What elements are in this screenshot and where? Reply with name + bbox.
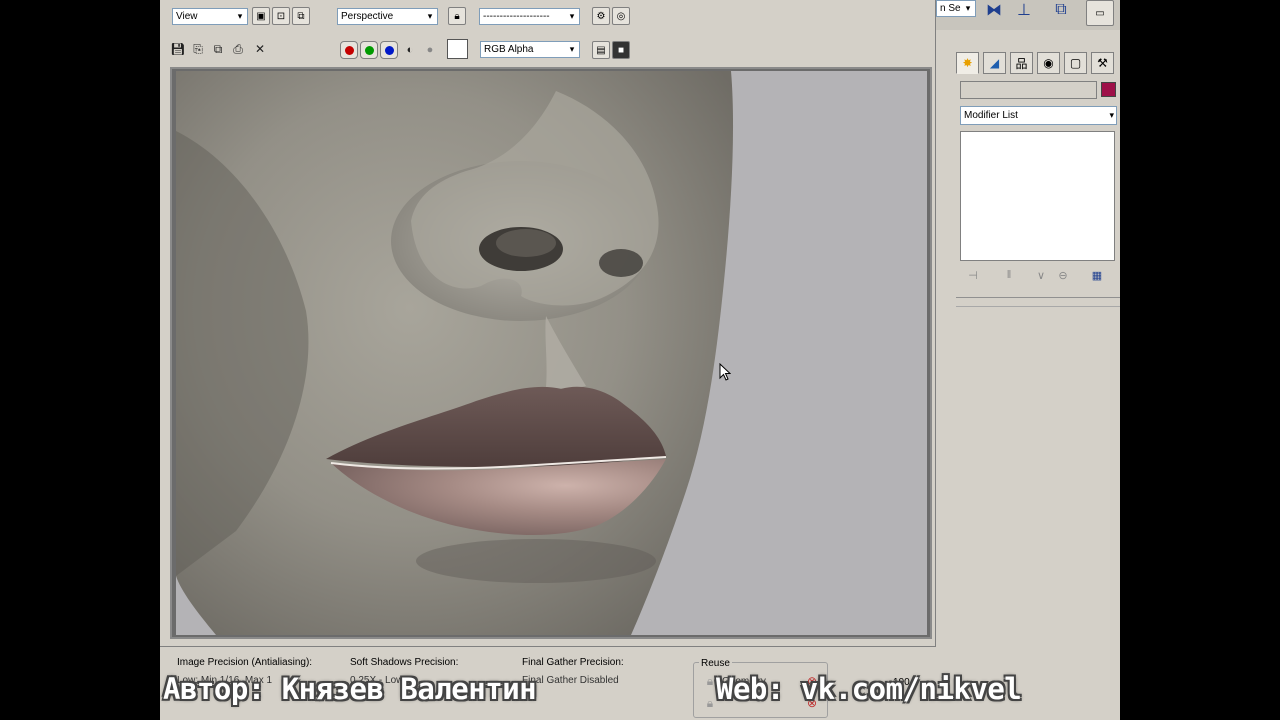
modifier-stack[interactable]	[960, 131, 1115, 261]
render-setup-icon: ⚙	[596, 10, 606, 22]
save-image-icon[interactable]: 💾︎	[170, 41, 186, 57]
hierarchy-icon: 品	[1015, 56, 1028, 71]
utilities-icon: ⚒	[1097, 56, 1108, 70]
chevron-down-icon: ▾	[961, 1, 975, 16]
region-select-icon: ⧉	[297, 10, 305, 22]
final-gather-label: Final Gather Precision:	[522, 657, 624, 668]
tab-create[interactable]: ✸	[956, 52, 979, 74]
region-icon: ▣	[256, 10, 266, 22]
object-color-swatch[interactable]	[1101, 82, 1116, 97]
area-to-render-select[interactable]: View ▾	[172, 8, 248, 25]
modifier-list-select[interactable]: Modifier List ▾	[960, 106, 1117, 125]
reuse-label: Reuse	[699, 658, 732, 669]
ui-icon: ■	[617, 44, 625, 56]
auto-region-button[interactable]: ⊡	[272, 7, 290, 25]
green-dot-icon	[364, 45, 374, 55]
auto-region-icon: ⊡	[276, 10, 286, 22]
render-setup-button[interactable]: ⚙	[592, 7, 610, 25]
command-panel: n Se ▾ ⧓ ⊥ ⧉ ▭ ✸ ◢ 品 ◉ ▢ ⚒ Modifier List…	[936, 0, 1120, 720]
clear-image-icon[interactable]: ✕	[252, 41, 268, 57]
create-icon: ✸	[962, 56, 973, 70]
panel-divider	[956, 306, 1120, 307]
letterbox-right	[1120, 0, 1280, 720]
configure-modifier-sets-icon[interactable]: ▦	[1088, 266, 1106, 284]
tab-modify[interactable]: ◢	[983, 52, 1006, 74]
chevron-down-icon: ▾	[565, 9, 579, 24]
rendered-image	[176, 71, 927, 635]
layer-manager-icon[interactable]: ⧉	[1053, 1, 1069, 18]
chevron-down-icon: ▾	[423, 9, 437, 24]
chevron-down-icon: ▾	[565, 42, 579, 57]
tab-hierarchy[interactable]: 品	[1010, 52, 1033, 74]
rendered-face-image	[176, 71, 927, 635]
blue-dot-icon	[384, 45, 394, 55]
web-watermark: Web: vk.com/nikvel	[716, 672, 1022, 706]
image-precision-label: Image Precision (Antialiasing):	[177, 657, 313, 668]
monochrome-icon[interactable]: ●	[422, 42, 438, 58]
object-name-field[interactable]	[960, 81, 1097, 99]
red-channel-toggle[interactable]	[340, 41, 358, 59]
align-icon[interactable]: ⊥	[1016, 2, 1032, 19]
environment-icon: ◎	[616, 10, 626, 22]
clone-window-icon[interactable]: ⧉	[210, 41, 226, 57]
alpha-channel-icon[interactable]: ◐	[402, 42, 418, 58]
chevron-down-icon: ▾	[233, 9, 247, 24]
display-channel-select[interactable]: RGB Alpha ▾	[480, 41, 580, 58]
show-end-result-icon[interactable]: ‖	[1000, 266, 1018, 284]
panel-divider	[956, 297, 1120, 298]
color-swatch[interactable]	[447, 39, 468, 59]
tab-display[interactable]: ▢	[1064, 52, 1087, 74]
stack-controls: ⊣ ‖ ∨ ⊖ ▦	[960, 266, 1117, 284]
blue-channel-toggle[interactable]	[380, 41, 398, 59]
pin-stack-icon[interactable]: ⊣	[964, 266, 982, 284]
mirror-icon[interactable]: ⧓	[986, 2, 1002, 19]
tab-utilities[interactable]: ⚒	[1091, 52, 1114, 74]
modify-icon: ◢	[989, 56, 1000, 70]
edit-region-button[interactable]: ▣	[252, 7, 270, 25]
letterbox-left	[0, 0, 160, 720]
lock-viewport-button[interactable]: 🔒︎	[448, 7, 466, 25]
red-dot-icon	[344, 45, 354, 55]
toggle-ui-button[interactable]: ■	[612, 41, 630, 59]
toggle-ui-overlay-button[interactable]: ▤	[592, 41, 610, 59]
viewport-select[interactable]: Perspective ▾	[337, 8, 438, 25]
print-image-icon[interactable]: ⎙	[230, 41, 246, 57]
soft-shadows-label: Soft Shadows Precision:	[350, 657, 459, 668]
environment-button[interactable]: ◎	[612, 7, 630, 25]
overlay-icon: ▤	[596, 44, 606, 56]
lock-icon: 🔒︎	[454, 10, 460, 22]
author-watermark: Автор: Князев Валентин	[163, 672, 537, 706]
chevron-down-icon: ▾	[1109, 110, 1114, 120]
render-preset-select[interactable]: -------------------- ▾	[479, 8, 580, 25]
copy-image-icon[interactable]: ⎘	[190, 41, 206, 57]
tab-motion[interactable]: ◉	[1037, 52, 1060, 74]
region-select-button[interactable]: ⧉	[292, 7, 310, 25]
green-channel-toggle[interactable]	[360, 41, 378, 59]
curve-editor-button[interactable]: ▭	[1086, 0, 1114, 26]
motion-icon: ◉	[1043, 56, 1054, 70]
main-toolbar-strip: n Se ▾ ⧓ ⊥ ⧉ ▭	[936, 0, 1120, 30]
curve-editor-icon: ▭	[1095, 7, 1105, 19]
remove-modifier-icon[interactable]: ⊖	[1054, 266, 1072, 284]
named-selection-select[interactable]: n Se ▾	[936, 0, 976, 17]
make-unique-icon[interactable]: ∨	[1032, 266, 1050, 284]
display-icon: ▢	[1069, 56, 1082, 70]
final-gather-value[interactable]: Final Gather Disabled	[522, 675, 619, 686]
mouse-cursor-icon	[719, 363, 731, 381]
